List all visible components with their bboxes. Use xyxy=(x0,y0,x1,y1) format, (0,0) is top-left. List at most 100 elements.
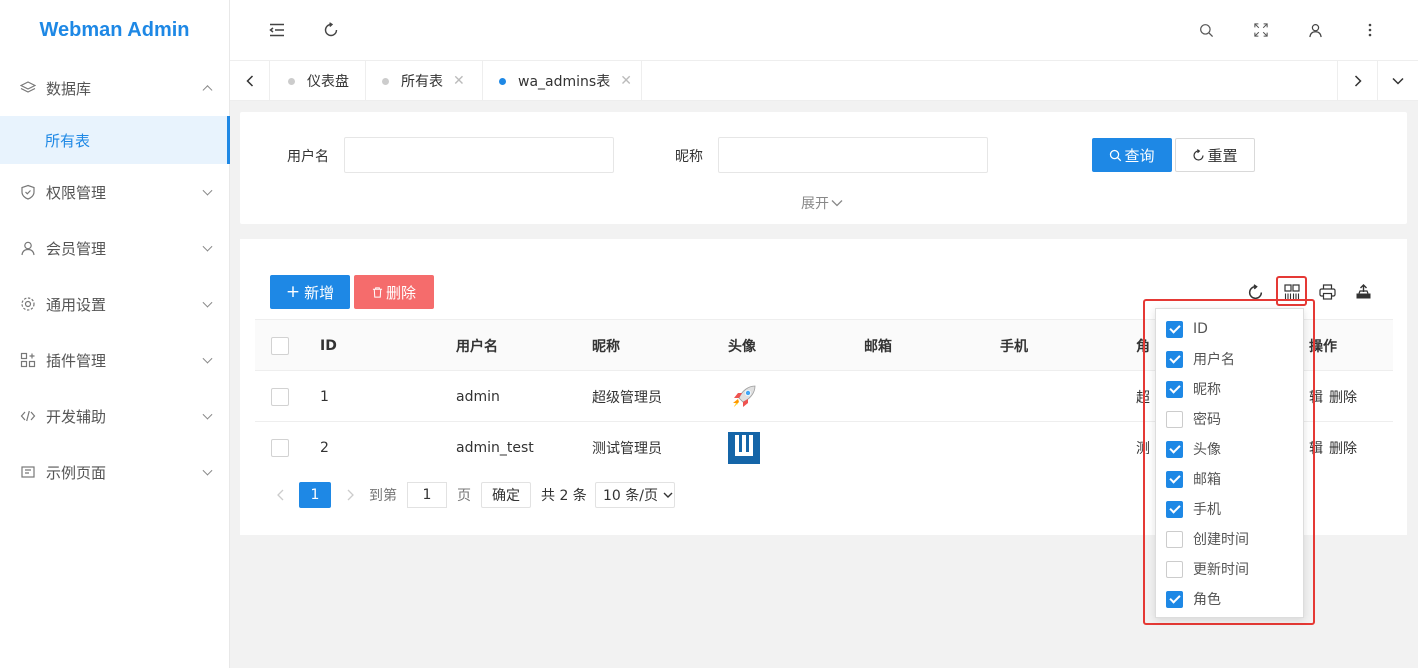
column-option-email[interactable]: 邮箱 xyxy=(1166,464,1221,494)
sidebar-item-plugins[interactable]: 插件管理 xyxy=(0,332,229,388)
sidebar-item-label: 通用设置 xyxy=(46,295,107,314)
next-page-icon[interactable] xyxy=(342,483,358,507)
tab-dashboard[interactable]: 仪表盘 xyxy=(270,61,366,101)
column-option-label: 更新时间 xyxy=(1193,562,1249,578)
tab-label: 所有表 xyxy=(401,74,443,90)
checkbox-checked xyxy=(1166,470,1183,488)
print-icon[interactable] xyxy=(1317,282,1337,302)
column-option-label: ID xyxy=(1193,321,1208,337)
chevron-down-icon xyxy=(202,297,213,308)
page-size-value: 10 条/页 xyxy=(603,488,658,504)
nickname-input[interactable] xyxy=(718,137,988,173)
column-option-role[interactable]: 角色 xyxy=(1166,584,1221,614)
sidebar-item-label: 插件管理 xyxy=(46,351,107,370)
refresh-icon[interactable] xyxy=(321,20,341,40)
checkbox-checked xyxy=(1166,380,1183,398)
user-icon[interactable] xyxy=(1305,20,1325,40)
checkbox-checked xyxy=(1166,500,1183,518)
column-option-created-at[interactable]: 创建时间 xyxy=(1166,524,1249,554)
column-header-avatar[interactable]: 头像 xyxy=(728,320,756,371)
delete-link[interactable]: 删除 xyxy=(1329,371,1357,422)
goto-confirm-button[interactable]: 确定 xyxy=(481,482,531,508)
chevron-down-icon xyxy=(202,353,213,364)
sidebar-subitem-all-tables[interactable]: 所有表 xyxy=(0,116,230,164)
close-icon[interactable]: ✕ xyxy=(620,73,632,89)
page-size-select[interactable]: 10 条/页 xyxy=(595,482,675,508)
fullscreen-icon[interactable] xyxy=(1251,20,1271,40)
delete-button-label: 删除 xyxy=(385,283,416,302)
sidebar-item-label: 数据库 xyxy=(46,79,92,98)
top-header xyxy=(230,0,1418,60)
column-header-nickname[interactable]: 昵称 xyxy=(592,320,620,371)
tabs-prev-icon[interactable] xyxy=(230,61,270,101)
tab-all-tables[interactable]: 所有表 ✕ xyxy=(366,61,483,101)
expand-link-label: 展开 xyxy=(801,196,829,212)
prev-page-icon[interactable] xyxy=(272,483,288,507)
page-icon xyxy=(20,464,36,480)
export-icon[interactable] xyxy=(1353,282,1373,302)
nickname-label: 昵称 xyxy=(675,149,703,165)
close-icon[interactable]: ✕ xyxy=(453,73,465,89)
chevron-down-icon xyxy=(202,465,213,476)
column-header-id[interactable]: ID xyxy=(320,320,337,371)
sidebar-item-settings[interactable]: 通用设置 xyxy=(0,276,229,332)
column-option-nickname[interactable]: 昵称 xyxy=(1166,374,1221,404)
column-option-label: 密码 xyxy=(1193,412,1221,428)
delete-link[interactable]: 删除 xyxy=(1329,422,1357,473)
column-option-updated-at[interactable]: 更新时间 xyxy=(1166,554,1249,584)
gear-icon xyxy=(20,296,36,312)
checkbox-unchecked xyxy=(1166,560,1183,578)
add-button-label: 新增 xyxy=(304,283,335,302)
select-all-checkbox[interactable] xyxy=(271,320,289,371)
column-header-email[interactable]: 邮箱 xyxy=(864,320,892,371)
search-icon xyxy=(1110,149,1122,161)
delete-button[interactable]: 删除 xyxy=(354,275,434,309)
sidebar-item-dev-tools[interactable]: 开发辅助 xyxy=(0,388,229,444)
menu-fold-icon[interactable] xyxy=(267,20,287,40)
code-icon xyxy=(20,408,36,424)
sidebar-item-database[interactable]: 数据库 xyxy=(0,60,229,116)
column-option-avatar[interactable]: 头像 xyxy=(1166,434,1221,464)
tab-dot xyxy=(382,77,389,85)
tabs-next-icon[interactable] xyxy=(1337,61,1377,101)
column-header-mobile[interactable]: 手机 xyxy=(1000,320,1028,371)
expand-link[interactable]: 展开 xyxy=(801,193,843,213)
reset-button-label: 重置 xyxy=(1207,146,1238,165)
chevron-up-icon xyxy=(202,85,213,96)
cell-username: admin_test xyxy=(456,439,534,456)
row-checkbox[interactable] xyxy=(271,371,289,422)
checkbox-checked xyxy=(1166,590,1183,608)
user-icon xyxy=(20,240,36,256)
sidebar-item-permissions[interactable]: 权限管理 xyxy=(0,164,229,220)
sidebar-item-label: 会员管理 xyxy=(46,239,107,258)
query-button[interactable]: 查询 xyxy=(1092,138,1172,172)
column-option-password[interactable]: 密码 xyxy=(1166,404,1221,434)
username-input[interactable] xyxy=(344,137,614,173)
goto-suffix: 页 xyxy=(457,488,471,504)
rocket-avatar xyxy=(728,371,760,422)
search-icon[interactable] xyxy=(1196,20,1216,40)
sidebar-item-examples[interactable]: 示例页面 xyxy=(0,444,229,500)
column-filter-dropdown: ID 用户名 昵称 密码 头像 邮箱 手机 创建时间 更新时间 角色 xyxy=(1155,308,1304,618)
page-number-1[interactable]: 1 xyxy=(299,482,331,508)
more-vertical-icon[interactable] xyxy=(1360,20,1380,40)
column-option-label: 手机 xyxy=(1193,502,1221,518)
logo-avatar xyxy=(728,422,760,473)
column-option-id[interactable]: ID xyxy=(1166,314,1208,344)
tabs-menu-icon[interactable] xyxy=(1377,61,1417,101)
goto-page-input[interactable] xyxy=(407,482,447,508)
sidebar-item-members[interactable]: 会员管理 xyxy=(0,220,229,276)
tabs-bar: 仪表盘 所有表 ✕ wa_admins表 ✕ xyxy=(230,60,1418,101)
reset-button[interactable]: 重置 xyxy=(1175,138,1255,172)
add-button[interactable]: + 新增 xyxy=(270,275,350,309)
column-option-mobile[interactable]: 手机 xyxy=(1166,494,1221,524)
column-option-label: 用户名 xyxy=(1193,352,1235,368)
tab-wa-admins[interactable]: wa_admins表 ✕ xyxy=(483,61,642,101)
total-count: 共 2 条 xyxy=(541,488,587,504)
row-checkbox[interactable] xyxy=(271,422,289,473)
chevron-down-icon xyxy=(663,492,673,498)
column-header-username[interactable]: 用户名 xyxy=(456,320,498,371)
chevron-down-icon xyxy=(831,200,843,207)
column-option-username[interactable]: 用户名 xyxy=(1166,344,1235,374)
cell-nickname: 超级管理员 xyxy=(592,389,662,406)
